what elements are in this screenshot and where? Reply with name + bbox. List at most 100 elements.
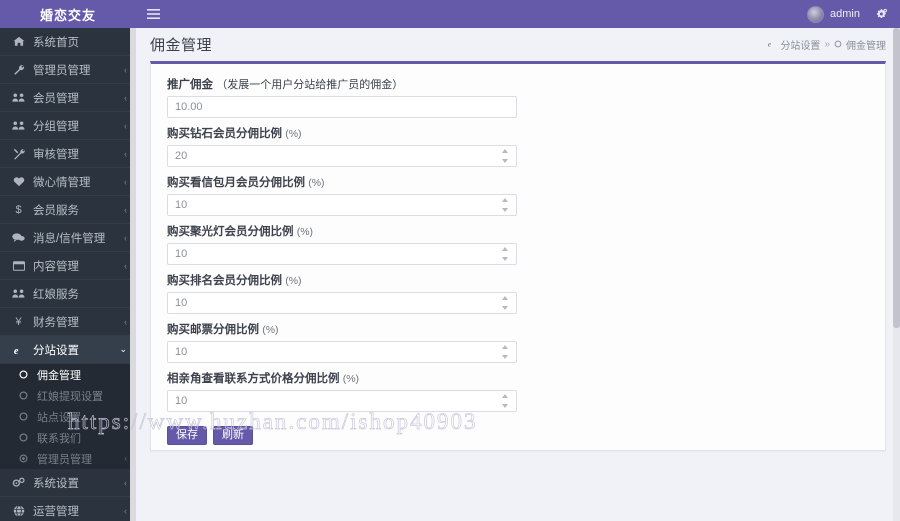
sidebar-subitem-label: 站点设置 [37, 411, 81, 424]
caret-icon: ‹ [124, 454, 127, 463]
yen-icon: ¥ [15, 315, 22, 328]
commission-settings-card: 推广佣金 （发展一个用户分站给推广员的佣金） 购买钻石会员分佣比例 (%) 购买… [150, 61, 886, 451]
dot-circle-icon [16, 454, 30, 463]
number-input-wrapper [167, 145, 517, 167]
page-header: 佣金管理 e 分站设置 » 佣金管理 [136, 28, 900, 61]
promotion-commission-input[interactable] [167, 96, 517, 118]
caret-icon: ‹ [124, 120, 127, 131]
save-button[interactable]: 保存 [167, 426, 207, 445]
number-input-wrapper [167, 194, 517, 216]
number-input-wrapper [167, 341, 517, 363]
caret-icon: ‹ [124, 232, 127, 243]
globe-icon [11, 504, 26, 517]
sidebar-item-label: 管理员管理 [33, 64, 91, 77]
sidebar-item-label: 内容管理 [33, 260, 79, 273]
internet-icon: e [11, 344, 26, 355]
refresh-button[interactable]: 刷新 [213, 426, 253, 445]
field-label-text: 购买排名会员分佣比例 [167, 275, 282, 287]
field-label: 推广佣金 （发展一个用户分站给推广员的佣金） [167, 78, 869, 92]
field-label-text: 相亲角查看联系方式价格分佣比例 [167, 373, 340, 385]
sidebar-item-member-manage[interactable]: 会员管理 ‹ [0, 84, 136, 112]
form-group-stamp-rate: 购买邮票分佣比例 (%) [167, 323, 869, 363]
sidebar-item-system-settings[interactable]: 系统设置 ‹ [0, 469, 136, 497]
breadcrumb: e 分站设置 » 佣金管理 [767, 28, 886, 61]
sidebar-item-audit-manage[interactable]: 审核管理 ‹ [0, 140, 136, 168]
ranking-rate-input[interactable] [167, 292, 517, 314]
number-input-wrapper [167, 292, 517, 314]
sidebar-item-matchmaker-service[interactable]: 红娘服务 [0, 280, 136, 308]
sidebar-item-label: 审核管理 [33, 148, 79, 161]
stamp-rate-input[interactable] [167, 341, 517, 363]
sidebar-item-home[interactable]: 系统首页 [0, 28, 136, 56]
gear-icon[interactable] [872, 0, 892, 28]
sidebar-subitem-label: 红娘提现设置 [37, 390, 103, 403]
field-label-hint: (%) [262, 324, 279, 336]
caret-icon: ‹ [124, 176, 127, 187]
caret-icon: ‹ [124, 148, 127, 159]
field-label-text: 购买聚光灯会员分佣比例 [167, 226, 294, 238]
sidebar-item-group-manage[interactable]: 分组管理 ‹ [0, 112, 136, 140]
sidebar-item-label: 财务管理 [33, 316, 79, 329]
field-label-text: 购买邮票分佣比例 [167, 324, 259, 336]
sidebar-scrollbar[interactable] [130, 28, 136, 521]
caret-icon: ‹ [124, 260, 127, 271]
app-logo[interactable]: 婚恋交友 [0, 0, 136, 28]
sidebar-item-message-manage[interactable]: 消息/信件管理 ‹ [0, 224, 136, 252]
breadcrumb-root[interactable]: 分站设置 [780, 37, 820, 52]
matchmaking-contact-rate-input[interactable] [167, 390, 517, 412]
field-label-hint: (%) [296, 226, 314, 238]
sidebar-subitem-label: 佣金管理 [37, 369, 81, 382]
avatar [807, 5, 825, 23]
diamond-member-rate-input[interactable] [167, 145, 517, 167]
caret-icon: ‹ [124, 204, 127, 215]
sidebar-item-member-service[interactable]: $ 会员服务 ‹ [0, 196, 136, 224]
circle-o-icon [16, 412, 30, 421]
main-content: 佣金管理 e 分站设置 » 佣金管理 推广佣金 （发展一个用户分站给推广员的佣金… [136, 28, 900, 521]
sidebar-item-substation-settings[interactable]: e 分站设置 ⌄ [0, 336, 136, 364]
gears-icon [11, 477, 26, 489]
svg-text:e: e [768, 39, 772, 48]
sidebar-item-admin-manage[interactable]: 管理员管理 ‹ [0, 56, 136, 84]
mail-monthly-rate-input[interactable] [167, 194, 517, 216]
field-label: 购买排名会员分佣比例 (%) [167, 274, 869, 288]
sidebar-item-finance-manage[interactable]: ¥ 财务管理 ‹ [0, 308, 136, 336]
comment-icon [11, 232, 26, 243]
sidebar-subitem-matchmaker-withdraw[interactable]: 红娘提现设置 [0, 385, 136, 406]
caret-icon: ‹ [124, 316, 127, 327]
page-scrollbar[interactable] [893, 28, 900, 521]
sidebar-subitem-site-settings[interactable]: 站点设置 [0, 406, 136, 427]
sidebar-item-label: 分组管理 [33, 120, 79, 133]
form-group-matchmaking-contact-rate: 相亲角查看联系方式价格分佣比例 (%) [167, 372, 869, 412]
breadcrumb-separator: » [824, 39, 830, 50]
sidebar-item-label: 系统首页 [33, 36, 79, 49]
page-scrollbar-thumb[interactable] [893, 28, 900, 328]
field-label-text: 购买钻石会员分佣比例 [167, 128, 282, 140]
sidebar-subitem-contact-us[interactable]: 联系我们 [0, 427, 136, 448]
caret-icon: ‹ [124, 477, 127, 488]
dollar-icon: $ [15, 203, 22, 216]
sidebar-item-mood-manage[interactable]: 微心情管理 ‹ [0, 168, 136, 196]
hamburger-icon[interactable] [136, 0, 170, 28]
user-menu[interactable]: admin [807, 0, 900, 28]
chevron-down-icon: ⌄ [119, 344, 127, 354]
field-label: 相亲角查看联系方式价格分佣比例 (%) [167, 372, 869, 386]
sidebar-subitem-label: 联系我们 [37, 432, 81, 445]
sidebar-item-operations-manage[interactable]: 运营管理 ‹ [0, 497, 136, 521]
sidebar-item-content-manage[interactable]: 内容管理 ‹ [0, 252, 136, 280]
username-label: admin [830, 8, 860, 20]
form-group-spotlight-rate: 购买聚光灯会员分佣比例 (%) [167, 225, 869, 265]
sidebar: 系统首页 管理员管理 ‹ 会员管理 ‹ 分组管理 ‹ 审核管理 ‹ 微心情管理 [0, 28, 136, 521]
form-group-ranking-rate: 购买排名会员分佣比例 (%) [167, 274, 869, 314]
form-group-diamond-member-rate: 购买钻石会员分佣比例 (%) [167, 127, 869, 167]
field-label-hint: (%) [285, 275, 302, 287]
field-label: 购买聚光灯会员分佣比例 (%) [167, 225, 869, 239]
breadcrumb-current: 佣金管理 [846, 41, 886, 52]
spotlight-rate-input[interactable] [167, 243, 517, 265]
sidebar-item-label: 红娘服务 [33, 288, 79, 301]
caret-icon: ‹ [124, 505, 127, 516]
sidebar-subitem-commission-manage[interactable]: 佣金管理 [0, 364, 136, 385]
sidebar-item-label: 运营管理 [33, 505, 79, 518]
field-label: 购买钻石会员分佣比例 (%) [167, 127, 869, 141]
form-actions: 保存 刷新 [167, 426, 869, 445]
sidebar-subitem-admin-manage[interactable]: 管理员管理 ‹ [0, 448, 136, 469]
